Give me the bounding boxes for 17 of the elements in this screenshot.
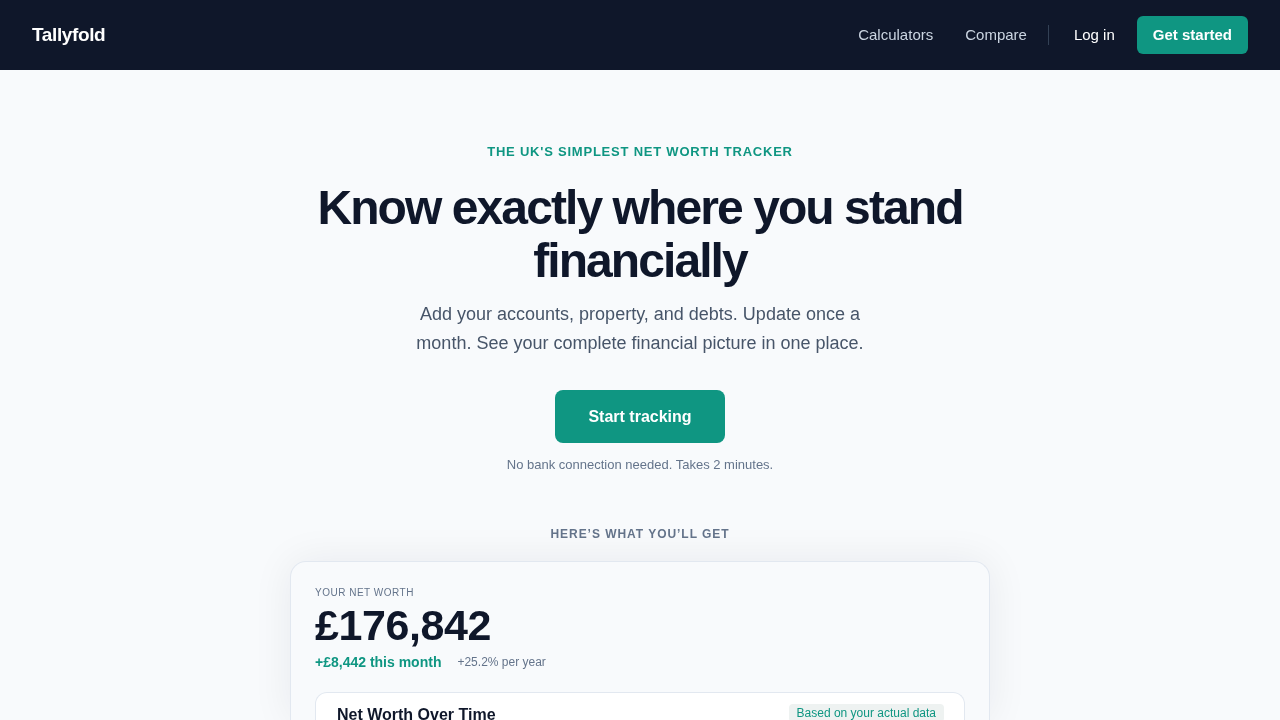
- net-worth-label: YOUR NET WORTH: [315, 586, 415, 600]
- get-started-button[interactable]: Get started: [1136, 16, 1248, 54]
- yearly-growth-text: +25.2% per year: [457, 654, 546, 671]
- hero-subtitle: Add your accounts, property, and debts. Update once a month. See your complete financial picture in one place.: [415, 303, 865, 355]
- net-worth-value: £176,842: [315, 604, 492, 646]
- eyebrow-text: THE UK'S SIMPLEST NET WORTH TRACKER: [487, 144, 793, 160]
- monthly-change-text: +£8,442 this month: [315, 652, 442, 672]
- login-link[interactable]: Log in: [1073, 23, 1115, 47]
- hero-heading: Know exactly where you stand financially: [316, 181, 964, 287]
- data-source-tag: Based on your actual data: [788, 704, 944, 720]
- nav-link[interactable]: Calculators: [858, 23, 934, 47]
- cta-note: No bank connection needed. Takes 2 minutes.: [506, 456, 774, 474]
- logo-wordmark[interactable]: Tallyfold: [32, 20, 106, 50]
- start-tracking-button[interactable]: Start tracking: [555, 390, 725, 443]
- nav-link[interactable]: Compare: [965, 23, 1027, 47]
- section-heading: HERE’S WHAT YOU’LL GET: [550, 526, 730, 542]
- chart-panel-title: Net Worth Over Time: [337, 705, 496, 720]
